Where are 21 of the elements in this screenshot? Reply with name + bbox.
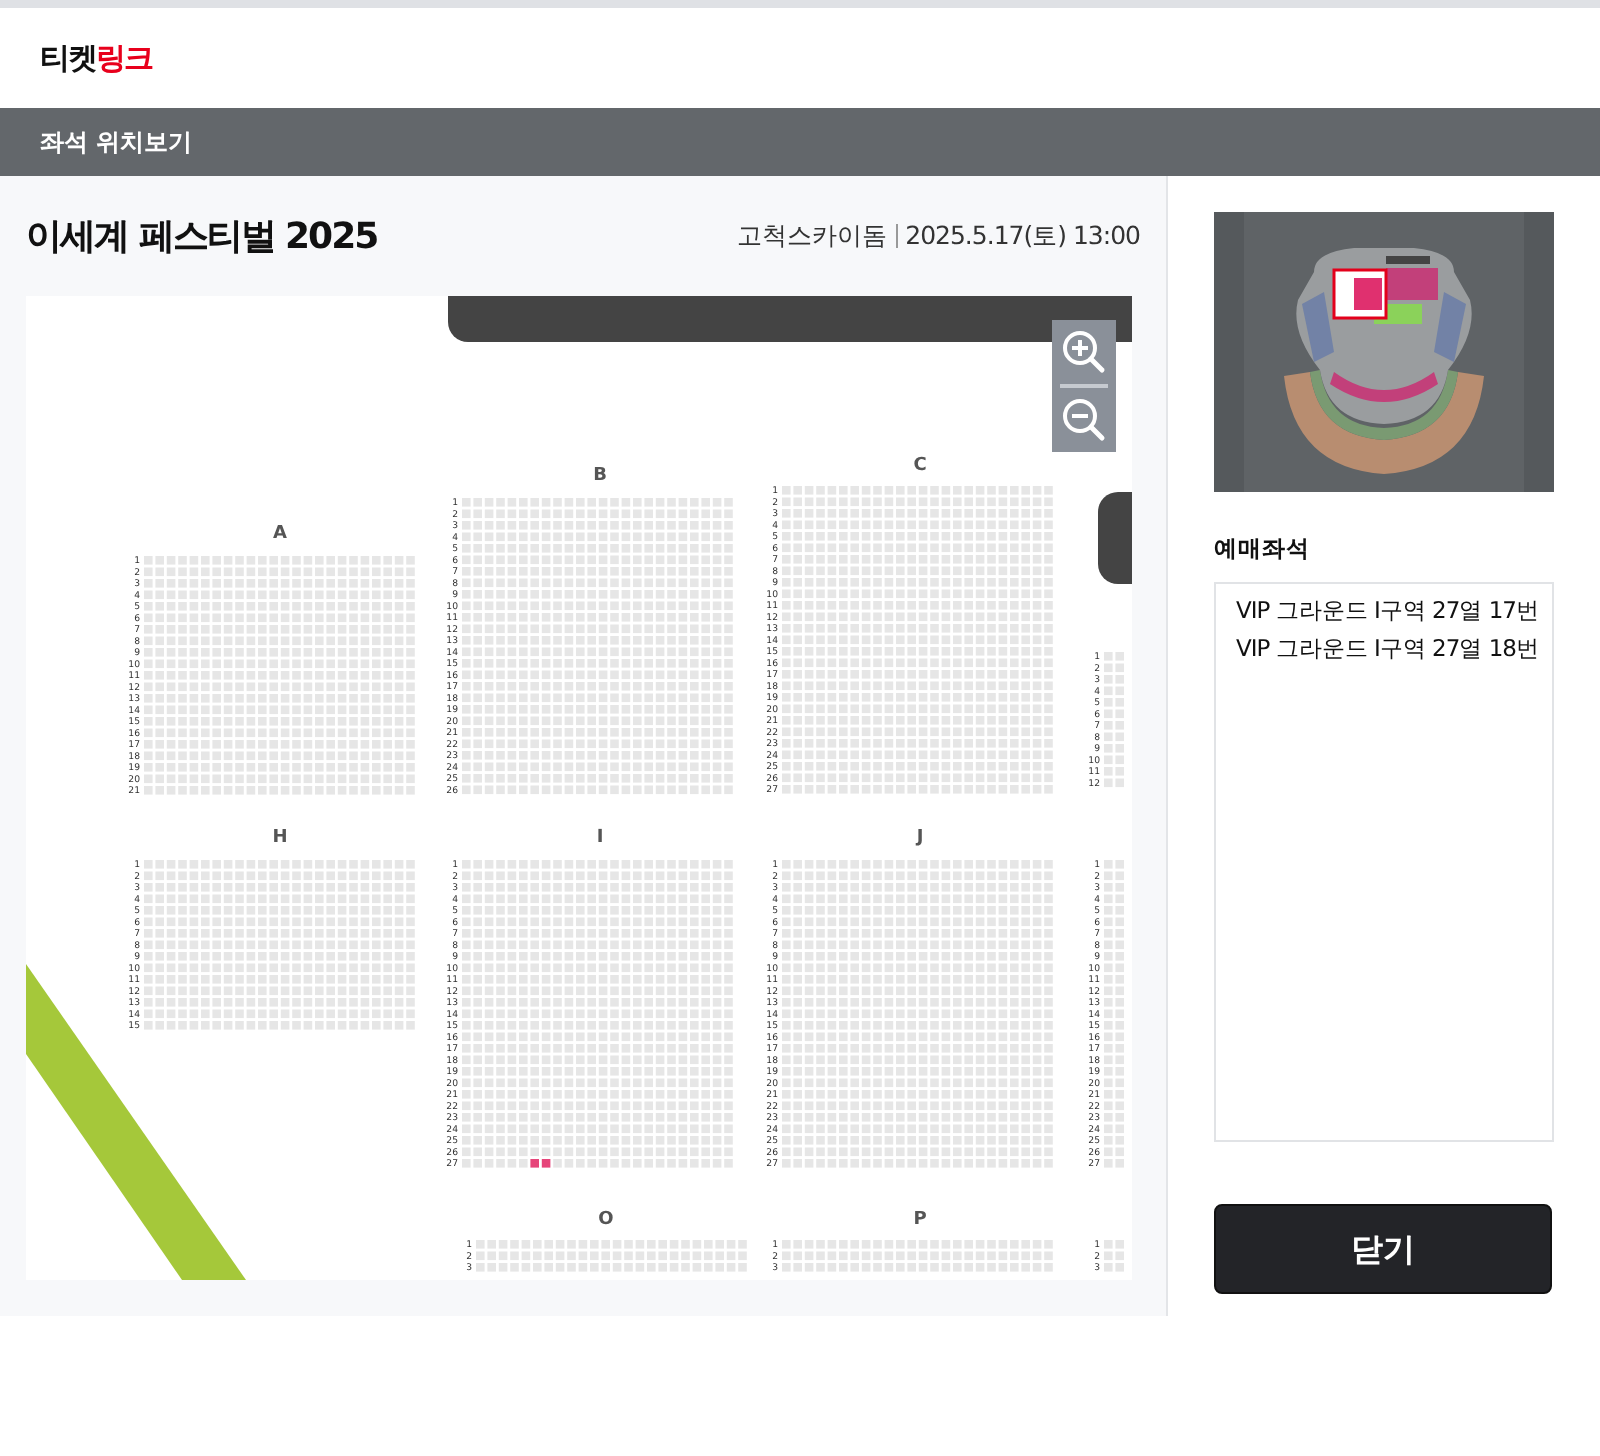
- stage-tab: [1098, 492, 1132, 584]
- booked-seats-heading: 예매좌석: [1214, 532, 1312, 566]
- section-label: A: [273, 524, 287, 544]
- event-title: 이세계 페스티벌 2025: [26, 213, 378, 261]
- section-label: B: [593, 466, 607, 486]
- page-title: 좌석 위치보기: [40, 126, 193, 160]
- section-label: J: [916, 828, 924, 848]
- section-label: H: [272, 828, 288, 848]
- section-label: O: [598, 1210, 614, 1230]
- venue-name: 고척스카이돔: [737, 217, 888, 254]
- event-datetime: 2025.5.17(토) 13:00: [905, 217, 1140, 254]
- close-button[interactable]: 닫기: [1214, 1204, 1552, 1295]
- selected-seat[interactable]: [530, 1159, 539, 1168]
- venue-minimap-drawing[interactable]: [1214, 212, 1554, 492]
- logo[interactable]: 티켓링크: [40, 35, 152, 81]
- section-label: P: [913, 1210, 927, 1230]
- selected-seat[interactable]: [541, 1159, 551, 1168]
- booked-seat-text: VIP 그라운드 I구역 27열 18번: [1236, 632, 1532, 667]
- booked-seat-text: VIP 그라운드 I구역 27열 17번: [1236, 594, 1532, 629]
- section-label: I: [596, 828, 604, 848]
- section-label: C: [913, 456, 927, 476]
